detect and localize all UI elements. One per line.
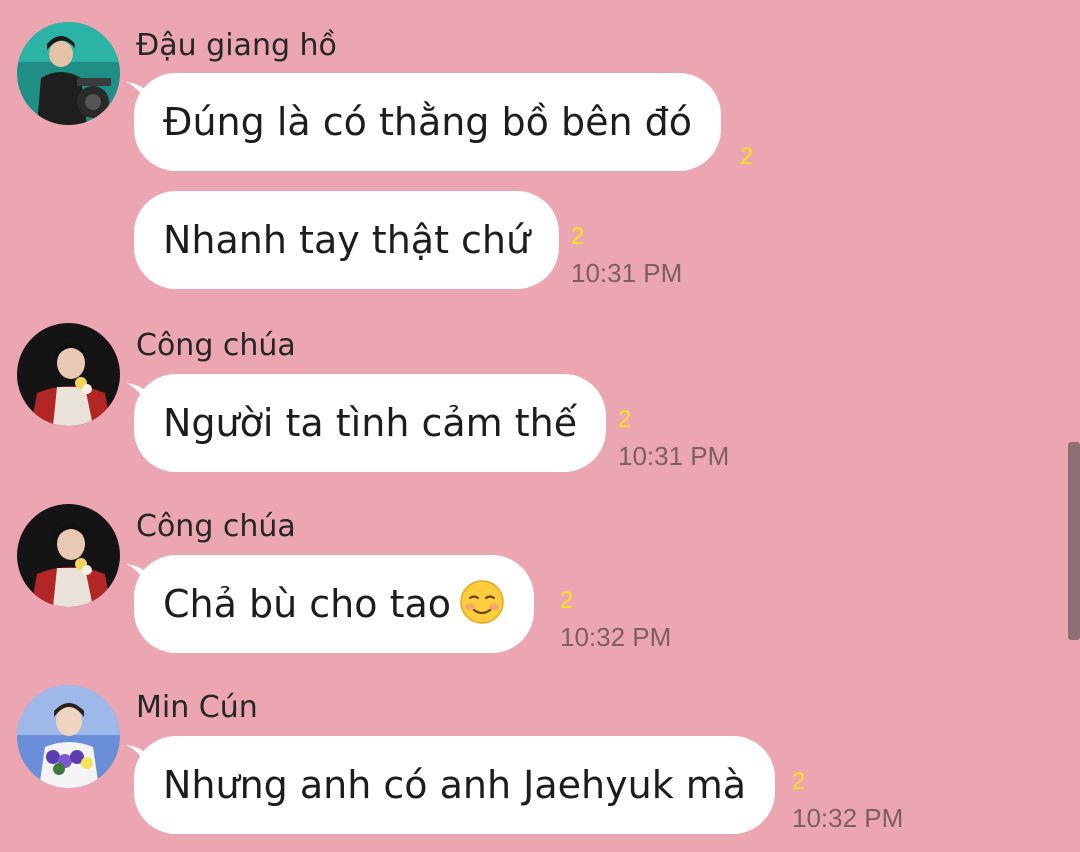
read-count: 2 xyxy=(560,587,574,614)
message-bubble[interactable]: Chả bù cho tao xyxy=(134,555,535,653)
sender-name: Công chúa xyxy=(136,509,296,544)
chat-area[interactable]: Đậu giang hồ Đúng là có thằng bồ bên đó … xyxy=(0,0,1080,852)
message-timestamp: 10:31 PM xyxy=(618,441,730,471)
read-count: 2 xyxy=(740,143,754,170)
read-count: 2 xyxy=(571,223,585,250)
scrollbar[interactable] xyxy=(1068,442,1080,640)
message-timestamp: 10:31 PM xyxy=(571,258,683,288)
read-count: 2 xyxy=(618,406,632,433)
read-count: 2 xyxy=(792,768,806,795)
sender-name: Min Cún xyxy=(136,690,258,725)
smiling-face-emoji xyxy=(460,580,504,624)
message-timestamp: 10:32 PM xyxy=(560,622,672,652)
message-bubble[interactable]: Người ta tình cảm thế xyxy=(134,374,607,472)
avatar[interactable] xyxy=(17,323,120,426)
message-timestamp: 10:32 PM xyxy=(792,803,904,833)
avatar[interactable] xyxy=(17,504,120,607)
avatar[interactable] xyxy=(17,685,120,788)
message-bubble[interactable]: Đúng là có thằng bồ bên đó xyxy=(134,73,721,171)
avatar[interactable] xyxy=(17,22,120,125)
message-bubble[interactable]: Nhưng anh có anh Jaehyuk mà xyxy=(134,736,776,834)
message-bubble[interactable]: Nhanh tay thật chứ xyxy=(134,191,560,289)
sender-name: Đậu giang hồ xyxy=(136,28,337,63)
message-text: Chả bù cho tao xyxy=(163,582,452,626)
sender-name: Công chúa xyxy=(136,328,296,363)
